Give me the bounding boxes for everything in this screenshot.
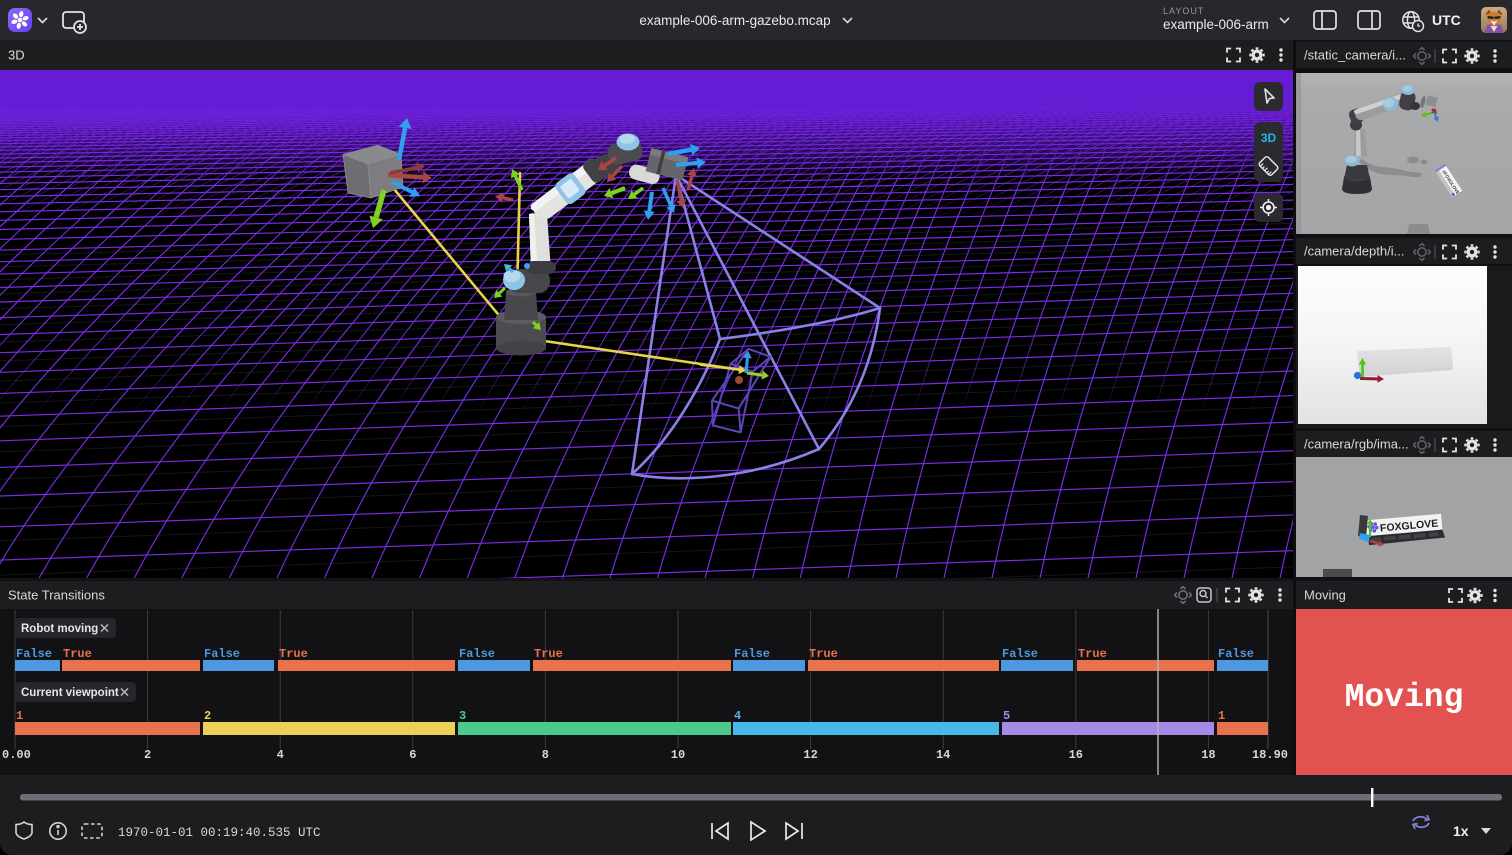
- svg-text:14: 14: [936, 748, 950, 762]
- svg-text:True: True: [534, 647, 563, 661]
- svg-text:16: 16: [1069, 748, 1083, 762]
- svg-text:1x: 1x: [1453, 823, 1469, 839]
- svg-text:8: 8: [542, 748, 549, 762]
- svg-text:18.90: 18.90: [1252, 748, 1288, 762]
- svg-text:0.00: 0.00: [2, 748, 31, 762]
- svg-text:example-006-arm-gazebo.mcap: example-006-arm-gazebo.mcap: [639, 13, 830, 28]
- svg-text:False: False: [16, 647, 52, 661]
- svg-text:True: True: [279, 647, 308, 661]
- svg-text:Current viewpoint: Current viewpoint: [21, 687, 119, 699]
- svg-text:4: 4: [277, 748, 284, 762]
- svg-text:12: 12: [803, 748, 817, 762]
- svg-text:False: False: [459, 647, 495, 661]
- svg-text:3D: 3D: [1261, 131, 1277, 145]
- svg-text:Robot moving: Robot moving: [21, 623, 98, 635]
- svg-text:6: 6: [409, 748, 416, 762]
- svg-text:False: False: [1218, 647, 1254, 661]
- svg-text:True: True: [1078, 647, 1107, 661]
- svg-text:18: 18: [1201, 748, 1215, 762]
- svg-text:10: 10: [671, 748, 685, 762]
- svg-text:False: False: [204, 647, 240, 661]
- svg-text:2: 2: [144, 748, 151, 762]
- svg-text:example-006-arm: example-006-arm: [1163, 17, 1269, 32]
- svg-text:True: True: [63, 647, 92, 661]
- svg-text:4: 4: [734, 709, 741, 723]
- svg-text:True: True: [809, 647, 838, 661]
- svg-text:False: False: [734, 647, 770, 661]
- svg-text:UTC: UTC: [1432, 12, 1461, 28]
- svg-text:5: 5: [1003, 709, 1010, 723]
- svg-text:1: 1: [16, 709, 23, 723]
- svg-text:1: 1: [1218, 709, 1225, 723]
- svg-text:1970-01-01 00:19:40.535 UTC: 1970-01-01 00:19:40.535 UTC: [118, 826, 321, 840]
- svg-text:2: 2: [204, 709, 211, 723]
- svg-text:False: False: [1002, 647, 1038, 661]
- svg-text:LAYOUT: LAYOUT: [1163, 6, 1204, 16]
- svg-text:3: 3: [459, 709, 466, 723]
